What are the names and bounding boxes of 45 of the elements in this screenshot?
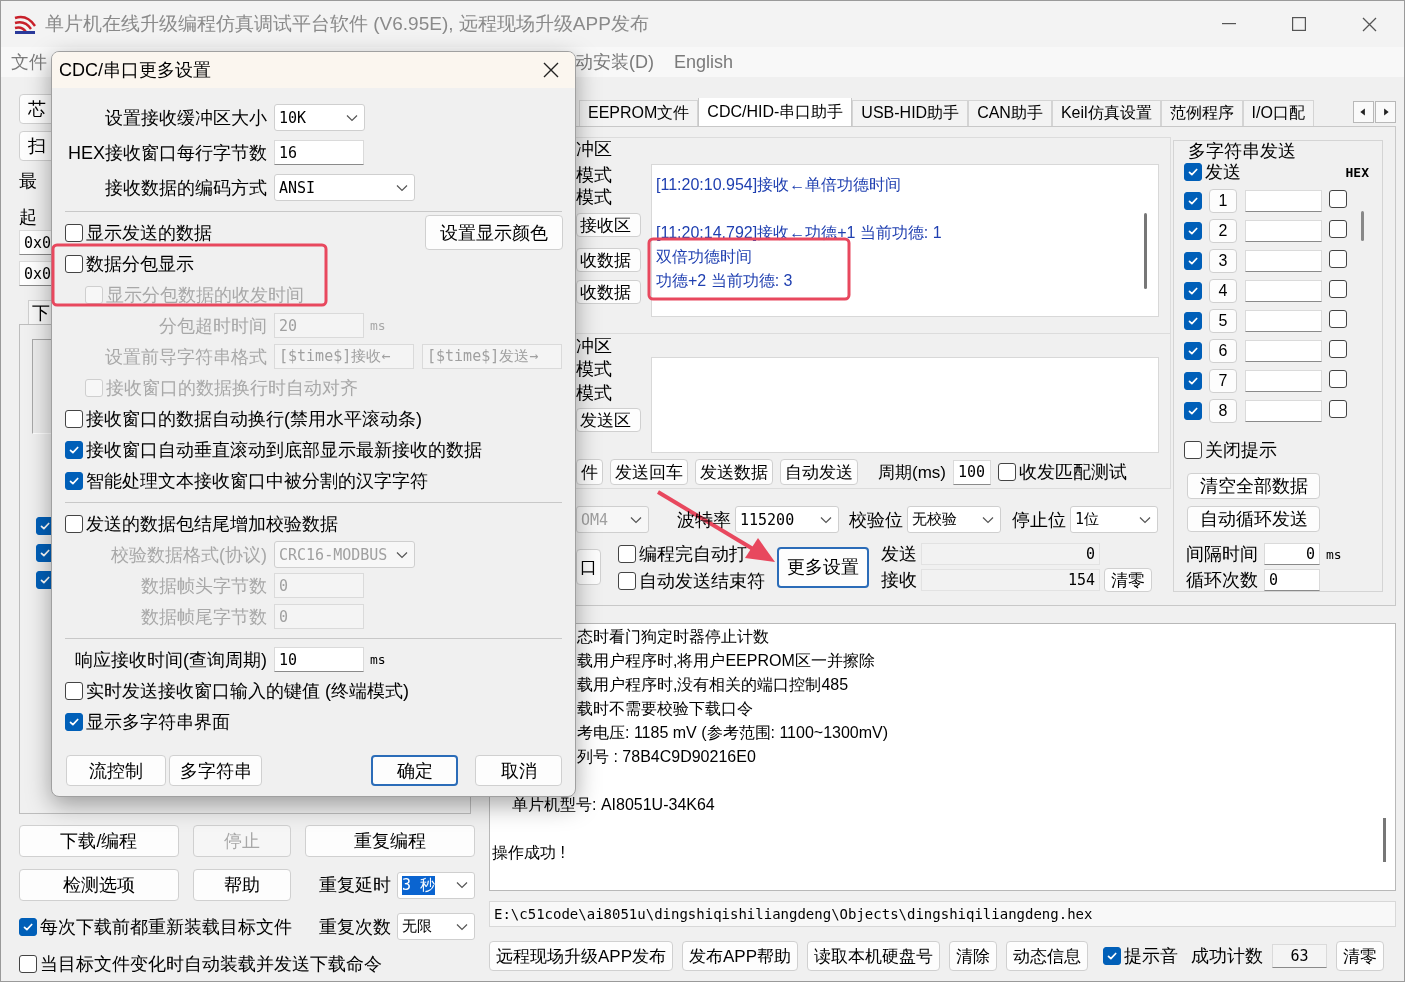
field-label: HEX接收窗口每行字节数 xyxy=(67,141,267,165)
field-label: 设置前导字符串格式 xyxy=(104,345,267,369)
unit-label: ms xyxy=(370,652,386,667)
counter-label: 接收 xyxy=(881,569,917,592)
received-text: [11:20:10.954]接收←单倍功德时间 xyxy=(656,175,903,195)
option-label: 模式 xyxy=(576,358,612,380)
window-title: 单片机在线升级编程仿真调试平台软件 (V6.95E), 远程现场升级APP发布 xyxy=(45,12,650,36)
field-label: 重复延时 xyxy=(319,874,391,897)
field-label: 周期(ms) xyxy=(878,462,946,482)
option-label: 模式 xyxy=(576,382,612,404)
received-text: 功德+2 当前功德: 3 xyxy=(656,271,794,291)
field-label: 分包超时时间 xyxy=(158,314,267,338)
option-label: 模式 xyxy=(576,186,612,208)
log-line: 考电压: 1185 mV (参考范围: 1100~1300mV) xyxy=(577,723,889,743)
field-label: 间隔时间 xyxy=(1186,543,1258,566)
field-label: 起 xyxy=(19,206,37,227)
group-label: 冲区 xyxy=(576,335,612,357)
log-line: 单片机型号: AI8051U-34K64 xyxy=(512,795,715,815)
field-label: 停止位 xyxy=(1012,509,1066,530)
log-line: 载用户程序时,没有相关的端口控制485 xyxy=(577,675,849,695)
unit-label: ms xyxy=(1326,546,1342,562)
counter-label: 发送 xyxy=(881,543,917,566)
counter-label: 成功计数 xyxy=(1191,946,1264,966)
field-label: 数据帧尾字节数 xyxy=(140,605,267,629)
field-label: 最 xyxy=(19,170,37,191)
field-label: 数据帧头字节数 xyxy=(140,574,267,598)
group-label: 冲区 xyxy=(576,138,612,160)
log-line: 载用户程序时,将用户EEPROM区一并擦除 xyxy=(577,651,875,671)
option-label: 模式 xyxy=(576,164,612,186)
field-label: 接收数据的编码方式 xyxy=(104,176,267,200)
field-label: 校验数据格式(协议) xyxy=(110,543,267,567)
field-label: 校验位 xyxy=(849,509,903,530)
log-line: 载时不需要校验下载口令 xyxy=(577,699,753,719)
unit-label: ms xyxy=(370,318,386,333)
dialog-title: CDC/串口更多设置 xyxy=(59,59,212,82)
log-line: 操作成功 ! xyxy=(492,843,565,863)
field-label: 重复次数 xyxy=(319,915,391,939)
received-text: 双倍功德时间 xyxy=(656,247,753,267)
field-label: 设置接收缓冲区大小 xyxy=(104,106,267,130)
column-header: HEX xyxy=(1345,164,1369,180)
log-line: 态时看门狗定时器停止计数 xyxy=(577,627,769,647)
log-line: 列号 : 78B4C9D90216E0 xyxy=(577,747,756,767)
field-label: 循环次数 xyxy=(1186,569,1258,592)
group-title: 多字符串发送 xyxy=(1188,141,1296,161)
field-label: 响应接收时间(查询周期) xyxy=(74,648,267,672)
